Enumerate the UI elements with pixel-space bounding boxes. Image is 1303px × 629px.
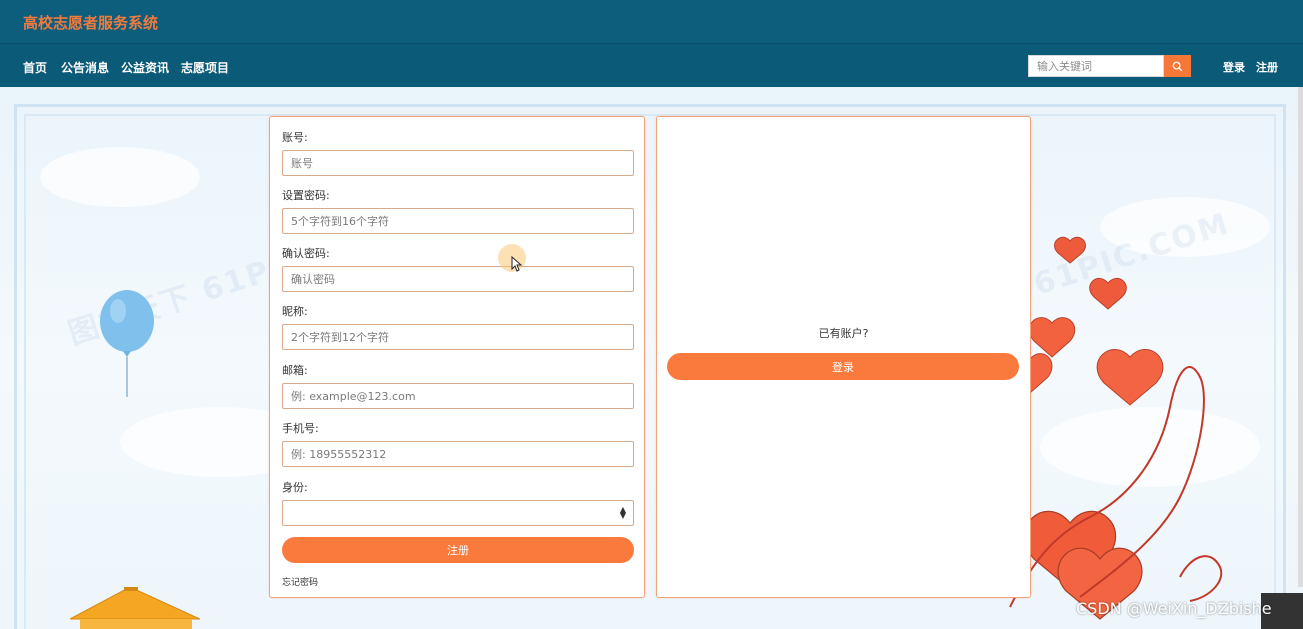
nav-item-home[interactable]: 首页 — [23, 59, 47, 76]
account-input[interactable] — [282, 150, 634, 176]
search-icon — [1172, 61, 1183, 71]
scrollbar[interactable] — [1298, 87, 1303, 587]
nav-item-projects[interactable]: 志愿项目 — [181, 59, 229, 76]
background-illustration: 图行天下 61PIC.COM 61PIC.COM — [0, 87, 1303, 629]
register-form-panel: 账号: 设置密码: 确认密码: 昵称: 邮箱: 手机号: 身份: ▲▼ 注册 忘… — [269, 116, 645, 598]
select-arrows-icon: ▲ ▼ — [619, 505, 626, 520]
account-label: 账号: — [282, 131, 308, 144]
login-prompt-panel: 已有账户? 登录 — [656, 116, 1031, 598]
forgot-password-link[interactable]: 忘记密码 — [282, 575, 318, 588]
email-label: 邮箱: — [282, 364, 308, 377]
register-link[interactable]: 注册 — [1256, 59, 1278, 75]
email-input[interactable] — [282, 383, 634, 409]
site-title: 高校志愿者服务系统 — [23, 14, 159, 32]
nav-item-announcements[interactable]: 公告消息 — [61, 59, 109, 76]
phone-label: 手机号: — [282, 422, 319, 435]
nav-item-news[interactable]: 公益资讯 — [121, 59, 169, 76]
password-label: 设置密码: — [282, 189, 330, 202]
login-button[interactable]: 登录 — [667, 353, 1019, 380]
search-input[interactable] — [1028, 55, 1164, 77]
has-account-text: 已有账户? — [818, 327, 869, 340]
mouse-cursor-icon — [511, 256, 522, 272]
identity-label: 身份: — [282, 481, 308, 494]
nickname-input[interactable] — [282, 324, 634, 350]
register-submit-button[interactable]: 注册 — [282, 537, 634, 563]
top-header: 高校志愿者服务系统 — [0, 0, 1303, 44]
search-button[interactable] — [1164, 55, 1191, 77]
csdn-watermark: CSDN @WeiXin_DZbishe — [1076, 599, 1272, 618]
phone-input[interactable] — [282, 441, 634, 467]
confirm-password-input[interactable] — [282, 266, 634, 292]
identity-select[interactable]: ▲ ▼ — [282, 500, 634, 526]
balloon-icon — [100, 290, 154, 397]
nickname-label: 昵称: — [282, 305, 308, 318]
login-link[interactable]: 登录 — [1223, 59, 1245, 75]
confirm-password-label: 确认密码: — [282, 247, 330, 260]
house-roof-illustration — [70, 587, 200, 629]
password-input[interactable] — [282, 208, 634, 234]
